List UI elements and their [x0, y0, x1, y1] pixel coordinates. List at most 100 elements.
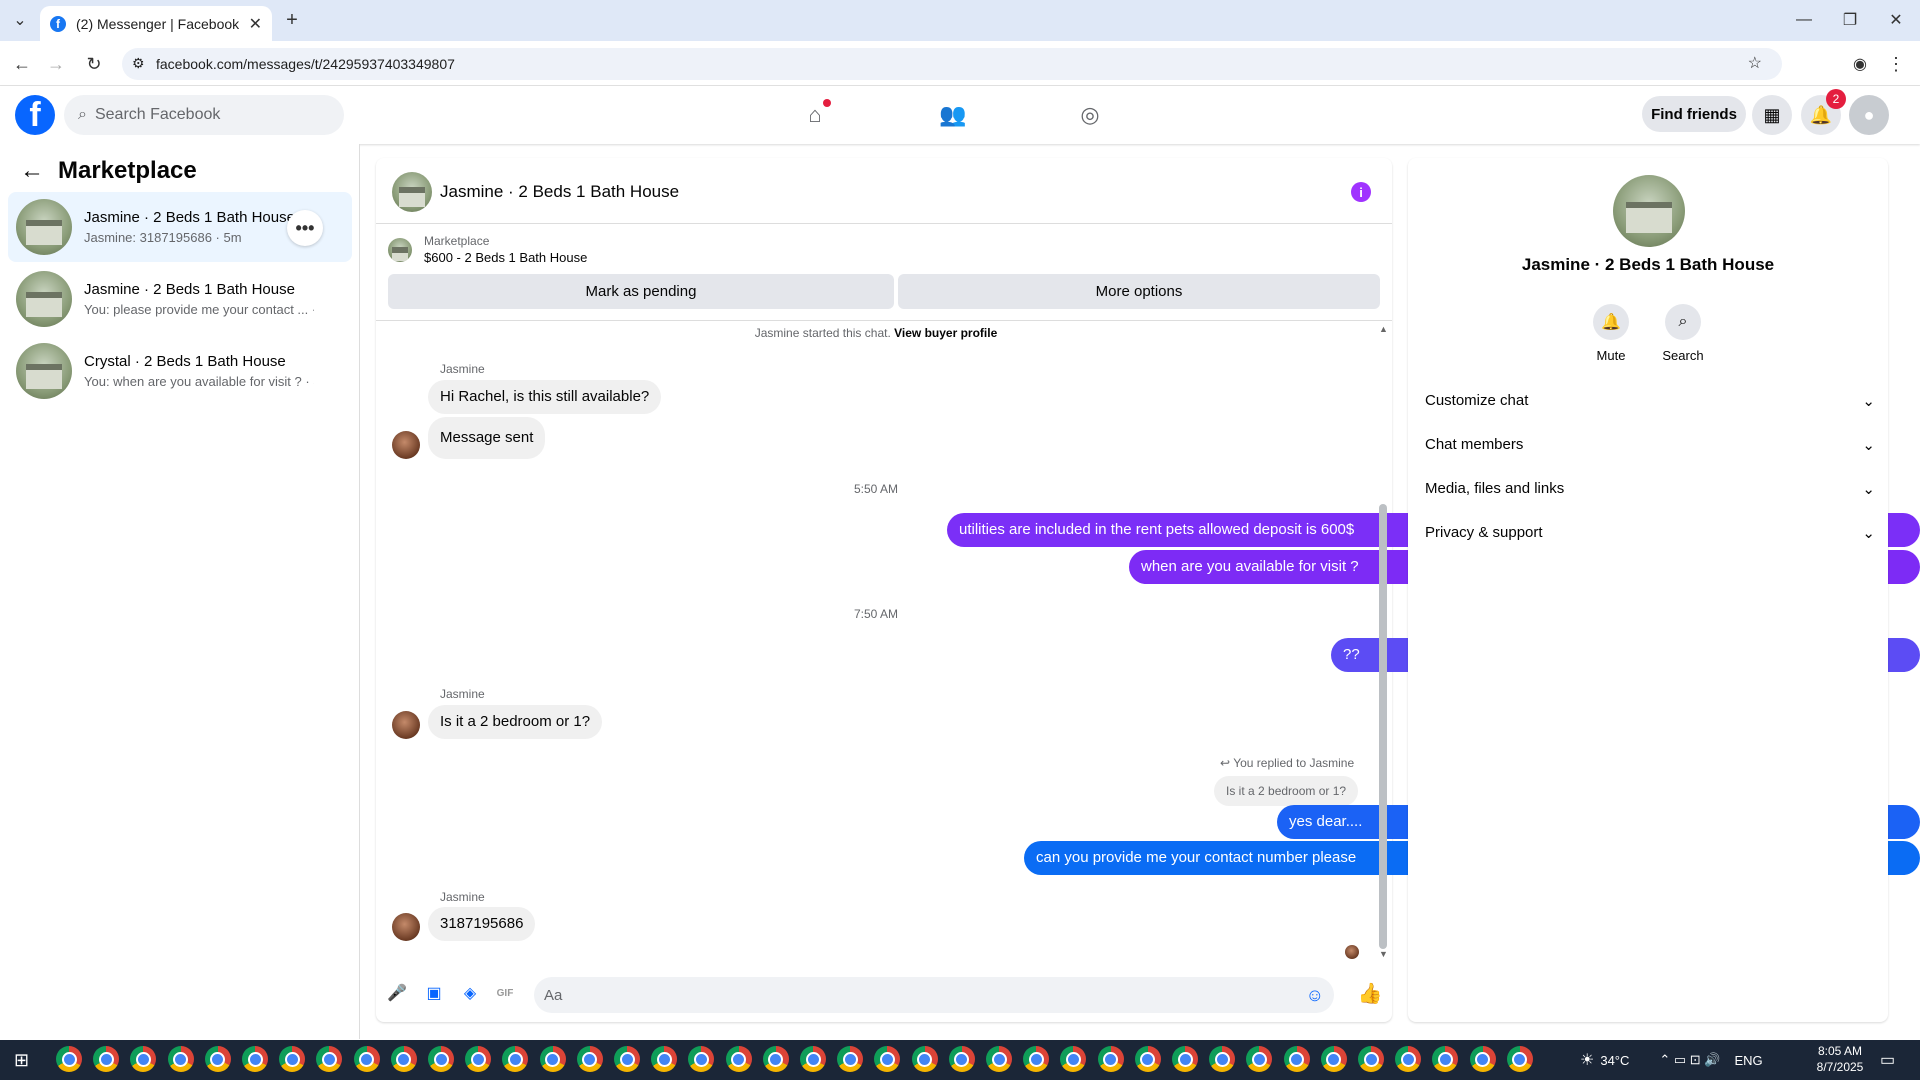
listing-info[interactable]: Marketplace $600 - 2 Beds 1 Bath House	[388, 234, 587, 265]
site-info-icon[interactable]: ⚙	[132, 55, 145, 72]
back-icon[interactable]: ←	[10, 52, 34, 76]
menu-grid-icon[interactable]: ▦	[1752, 95, 1792, 135]
restore-icon[interactable]: ❐	[1840, 10, 1860, 30]
search-conversation-button[interactable]: ⌕ Search	[1653, 304, 1713, 363]
taskbar-app-icon[interactable]	[1172, 1046, 1198, 1072]
customize-chat-row[interactable]: Customize chat ⌄	[1425, 392, 1875, 410]
chat-header-avatar[interactable]	[392, 172, 432, 212]
taskbar-app-icon[interactable]	[911, 1046, 938, 1072]
emoji-icon[interactable]: ☺	[1306, 985, 1324, 1006]
sender-name: Jasmine	[440, 687, 485, 701]
microphone-icon[interactable]: 🎤	[386, 982, 408, 1004]
facebook-logo-icon[interactable]: f	[15, 95, 55, 135]
chat-info-panel	[1408, 158, 1888, 1022]
address-bar[interactable]: ⚙ facebook.com/messages/t/24295937403349…	[122, 48, 1782, 80]
photo-icon[interactable]: ▣	[423, 982, 445, 1004]
taskbar-app-icon[interactable]	[762, 1046, 789, 1072]
language-indicator[interactable]: ENG	[1734, 1053, 1762, 1068]
taskbar-app-icon[interactable]	[1097, 1046, 1124, 1072]
message-bubble-in[interactable]: Is it a 2 bedroom or 1?	[428, 705, 603, 739]
new-tab-icon[interactable]: +	[282, 9, 302, 31]
taskbar-app-icon[interactable]	[1395, 1046, 1422, 1072]
back-arrow-icon[interactable]: ←	[20, 157, 44, 185]
media-files-links-row[interactable]: Media, files and links ⌄	[1425, 480, 1875, 498]
chat-title[interactable]: Jasmine · 2 Beds 1 Bath House	[440, 182, 679, 202]
message-input[interactable]: Aa ☺	[534, 977, 1334, 1013]
reload-icon[interactable]: ↻	[82, 52, 106, 76]
clock-date: 8/7/2025	[1816, 1060, 1864, 1074]
taskbar-app-icon[interactable]	[353, 1046, 380, 1072]
facebook-search-input[interactable]: ⌕ Search Facebook	[64, 95, 344, 135]
clock[interactable]: 8:05 AM 8/7/2025	[1800, 1043, 1880, 1075]
taskbar-app-icon[interactable]	[1023, 1046, 1050, 1072]
scroll-up-icon[interactable]: ▲	[1379, 324, 1388, 334]
taskbar-app-icon[interactable]	[279, 1046, 306, 1072]
close-tab-icon[interactable]: ✕	[249, 14, 262, 34]
taskbar-app-icon[interactable]	[614, 1046, 640, 1072]
taskbar-app-icon[interactable]	[1283, 1046, 1310, 1072]
taskbar-app-icon[interactable]	[725, 1046, 752, 1072]
taskbar-app-icon[interactable]	[167, 1046, 194, 1072]
profile-icon[interactable]: ◉	[1848, 52, 1872, 76]
taskbar-app-icon[interactable]	[576, 1046, 603, 1072]
info-icon[interactable]: i	[1351, 182, 1371, 202]
taskbar-app-icon[interactable]	[93, 1046, 120, 1072]
conversation-item-2[interactable]: Jasmine · 2 Beds 1 Bath House You: pleas…	[8, 264, 352, 334]
taskbar-app-icon[interactable]	[837, 1046, 864, 1072]
sender-avatar[interactable]	[392, 431, 420, 459]
chat-scrollbar[interactable]	[1379, 504, 1387, 949]
gif-icon[interactable]: GIF	[494, 982, 516, 1004]
account-avatar-icon[interactable]: ●	[1849, 95, 1889, 135]
taskbar-app-icon[interactable]	[651, 1046, 678, 1072]
chat-members-row[interactable]: Chat members ⌄	[1425, 436, 1875, 454]
taskbar-app-icon[interactable]	[1469, 1046, 1496, 1072]
reply-indicator: ↩ You replied to Jasmine	[1220, 756, 1354, 770]
taskbar-app-icon[interactable]	[800, 1046, 826, 1072]
privacy-support-row[interactable]: Privacy & support ⌄	[1425, 524, 1875, 542]
sticker-icon[interactable]: ◈	[459, 982, 481, 1004]
browser-tab[interactable]: f (2) Messenger | Facebook ✕	[40, 6, 272, 41]
conversation-preview: You: please provide me your contact ... …	[84, 302, 314, 317]
tray-icons[interactable]: ⌃ ▭ ⊡ 🔊	[1659, 1052, 1720, 1068]
listing-avatar[interactable]	[1613, 175, 1685, 247]
sender-avatar[interactable]	[392, 711, 420, 739]
forward-icon[interactable]: →	[44, 52, 68, 76]
taskbar-app-icon[interactable]	[242, 1046, 268, 1072]
message-bubble-in[interactable]: Message sent	[428, 417, 546, 459]
conversation-options-icon[interactable]: •••	[287, 210, 323, 246]
browser-menu-icon[interactable]: ⋮	[1884, 52, 1908, 76]
message-bubble-in[interactable]: 3187195686	[428, 907, 536, 941]
taskbar-app-icon[interactable]	[986, 1046, 1012, 1072]
taskbar-app-icon[interactable]	[1209, 1046, 1236, 1072]
taskbar-app-icon[interactable]	[1320, 1046, 1347, 1072]
notification-center-icon[interactable]: ▭	[1880, 1050, 1895, 1070]
taskbar-app-icon[interactable]	[1134, 1046, 1161, 1072]
replied-quote-bubble[interactable]: Is it a 2 bedroom or 1?	[1214, 776, 1359, 806]
close-window-icon[interactable]: ✕	[1886, 10, 1906, 30]
windows-start-icon[interactable]: ⊞	[14, 1050, 34, 1070]
friends-nav-icon[interactable]: 👥	[938, 100, 968, 130]
mark-as-pending-button[interactable]: Mark as pending	[388, 274, 894, 309]
scroll-down-icon[interactable]: ▼	[1379, 949, 1388, 959]
groups-nav-icon[interactable]: ◎	[1075, 100, 1105, 130]
taskbar-app-icon[interactable]	[539, 1046, 566, 1072]
bookmark-star-icon[interactable]: ☆	[1748, 53, 1762, 73]
mute-button[interactable]: 🔔 Mute	[1581, 304, 1641, 363]
taskbar-app-icon[interactable]	[1358, 1046, 1384, 1072]
taskbar-app-icon[interactable]	[465, 1046, 492, 1072]
taskbar-app-icon[interactable]	[428, 1046, 454, 1072]
taskbar-app-icon[interactable]	[204, 1046, 231, 1072]
view-buyer-profile-link[interactable]: View buyer profile	[894, 326, 997, 340]
sender-avatar[interactable]	[392, 913, 420, 941]
more-options-button[interactable]: More options	[898, 274, 1380, 309]
taskbar-app-icon[interactable]	[390, 1046, 417, 1072]
taskbar-app-icon[interactable]	[56, 1046, 82, 1072]
taskbar-app-icon[interactable]	[948, 1046, 975, 1072]
minimize-icon[interactable]: —	[1794, 10, 1814, 30]
thumbs-up-icon[interactable]: 👍	[1358, 982, 1383, 1005]
find-friends-button[interactable]: Find friends	[1642, 96, 1746, 132]
conversation-item-3[interactable]: Crystal · 2 Beds 1 Bath House You: when …	[8, 336, 352, 406]
tab-search-icon[interactable]: ⌄	[10, 10, 30, 30]
message-bubble-in[interactable]: Hi Rachel, is this still available?	[428, 380, 662, 414]
taskbar-app-icon[interactable]	[1506, 1046, 1533, 1072]
